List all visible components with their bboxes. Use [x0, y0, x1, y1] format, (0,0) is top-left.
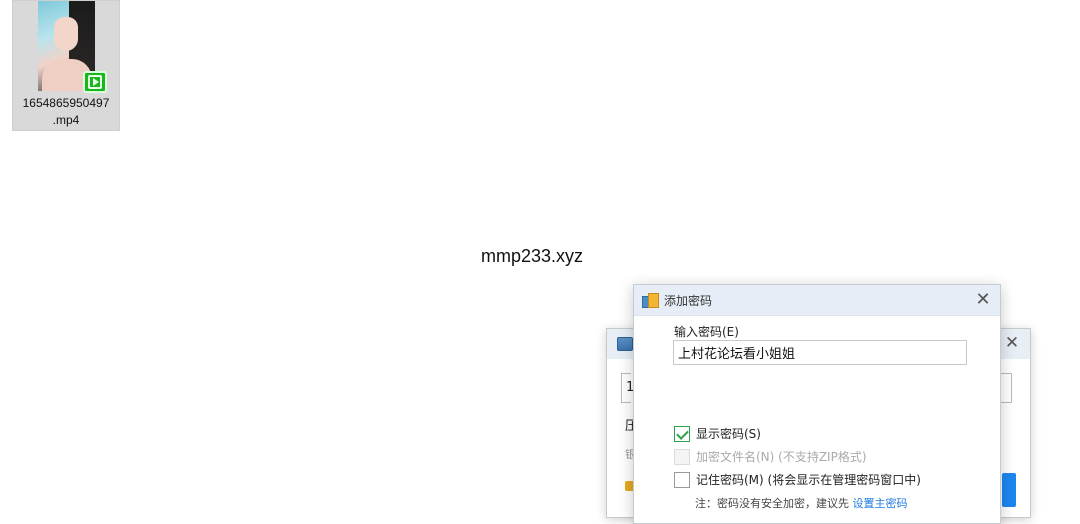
set-master-password-link[interactable]: 设置主密码	[853, 497, 908, 510]
encrypt-filenames-checkbox	[674, 448, 690, 465]
remember-password-option[interactable]: 记住密码(M) (将会显示在管理密码窗口中)	[674, 471, 921, 488]
background-dialog-field[interactable]: 1	[621, 373, 634, 403]
show-password-option[interactable]: 显示密码(S)	[674, 425, 761, 442]
show-password-label: 显示密码(S)	[696, 427, 761, 441]
encrypt-filenames-option: 加密文件名(N) (不支持ZIP格式)	[674, 448, 867, 465]
close-icon[interactable]: ✕	[1002, 333, 1022, 353]
show-password-checkbox[interactable]	[674, 425, 690, 442]
security-note-text: 注：密码没有安全加密，建议先	[695, 497, 853, 510]
dialog-title: 添加密码	[664, 294, 713, 308]
add-password-dialog: 添加密码 ✕ 输入密码(E) 显示密码(S) 加密文件名(N) (不支持ZIP格…	[633, 284, 1001, 524]
security-note: 注：密码没有安全加密，建议先 设置主密码	[695, 495, 908, 511]
video-play-icon	[83, 71, 107, 93]
watermark-text: mmp233.xyz	[481, 246, 584, 266]
remember-password-checkbox[interactable]	[674, 471, 690, 488]
remember-password-label: 记住密码(M) (将会显示在管理密码窗口中)	[696, 473, 921, 487]
file-name-label: 1654865950497 .mp4	[22, 96, 110, 127]
encrypt-filenames-label: 加密文件名(N) (不支持ZIP格式)	[696, 450, 867, 464]
desktop-file-item[interactable]: 1654865950497 .mp4	[12, 0, 120, 131]
archive-app-icon	[642, 293, 659, 308]
archive-app-icon	[617, 337, 633, 351]
password-label: 输入密码(E)	[674, 325, 739, 339]
background-dialog-browse-fragment[interactable]	[1000, 373, 1012, 403]
dialog-titlebar[interactable]: 添加密码 ✕	[634, 285, 1000, 316]
close-icon[interactable]: ✕	[972, 289, 994, 311]
primary-action-button[interactable]	[1002, 473, 1016, 507]
password-input[interactable]	[673, 340, 967, 365]
